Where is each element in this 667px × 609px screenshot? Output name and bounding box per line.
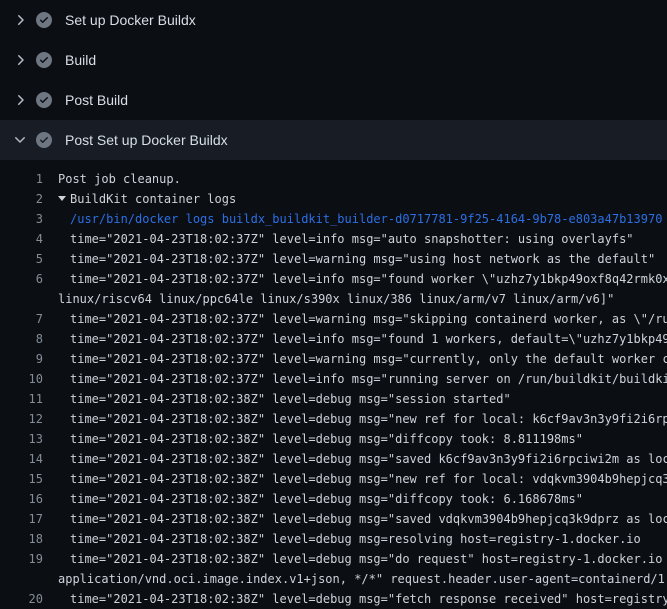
- log-text: BuildKit container logs: [58, 189, 236, 209]
- log-text: time="2021-04-23T18:02:37Z" level=warnin…: [70, 309, 667, 329]
- log-line: 7 time="2021-04-23T18:02:37Z" level=warni…: [0, 309, 667, 329]
- line-number[interactable]: 19: [0, 549, 43, 569]
- step-label: Post Set up Docker Buildx: [65, 132, 228, 148]
- line-number[interactable]: 17: [0, 509, 43, 529]
- log-line: 14 time="2021-04-23T18:02:38Z" level=debu…: [0, 449, 667, 469]
- log-line: 4 time="2021-04-23T18:02:37Z" level=info …: [0, 229, 667, 249]
- chevron-wrap: [12, 12, 28, 28]
- line-number[interactable]: 12: [0, 409, 43, 429]
- log-line: application/vnd.oci.image.index.v1+json,…: [0, 569, 667, 589]
- line-number[interactable]: 7: [0, 309, 43, 329]
- log-line: 19 time="2021-04-23T18:02:38Z" level=debu…: [0, 549, 667, 569]
- log-text: time="2021-04-23T18:02:37Z" level=warnin…: [70, 349, 667, 369]
- check-circle-icon: [36, 92, 52, 108]
- log-text: time="2021-04-23T18:02:38Z" level=debug …: [70, 509, 667, 529]
- log-text: time="2021-04-23T18:02:38Z" level=debug …: [70, 409, 667, 429]
- chevron-wrap: [12, 132, 28, 148]
- line-number[interactable]: 10: [0, 369, 43, 389]
- triangle-down-icon: [58, 196, 66, 201]
- check-circle-icon: [36, 132, 52, 148]
- group-title: BuildKit container logs: [70, 192, 236, 206]
- step-header-set-up-docker-buildx[interactable]: Set up Docker Buildx: [0, 0, 667, 40]
- log-text: time="2021-04-23T18:02:38Z" level=debug …: [70, 549, 667, 569]
- log-line: 6 time="2021-04-23T18:02:37Z" level=info …: [0, 269, 667, 289]
- line-number[interactable]: 13: [0, 429, 43, 449]
- check-circle-icon: [36, 52, 52, 68]
- line-number[interactable]: 1: [0, 169, 43, 189]
- log-text: time="2021-04-23T18:02:38Z" level=debug …: [70, 469, 667, 489]
- line-number[interactable]: 2: [0, 189, 43, 209]
- log-text: application/vnd.oci.image.index.v1+json,…: [58, 569, 667, 589]
- line-number[interactable]: 15: [0, 469, 43, 489]
- log-line: 5 time="2021-04-23T18:02:37Z" level=warni…: [0, 249, 667, 269]
- log-line: linux/riscv64 linux/ppc64le linux/s390x …: [0, 289, 667, 309]
- log-line: 13 time="2021-04-23T18:02:38Z" level=debu…: [0, 429, 667, 449]
- workflow-log-panel: Set up Docker Buildx Build Post Build Post …: [0, 0, 667, 609]
- log-text: time="2021-04-23T18:02:37Z" level=info m…: [70, 329, 667, 349]
- line-number[interactable]: 3: [0, 209, 43, 229]
- log-text: time="2021-04-23T18:02:37Z" level=warnin…: [70, 249, 655, 269]
- line-number: [0, 569, 43, 589]
- log-command-text: /usr/bin/docker logs buildx_buildkit_bui…: [70, 209, 662, 229]
- step-header-post-build[interactable]: Post Build: [0, 80, 667, 120]
- log-line: 12 time="2021-04-23T18:02:38Z" level=debu…: [0, 409, 667, 429]
- check-circle-icon: [36, 12, 52, 28]
- line-number[interactable]: 6: [0, 269, 43, 289]
- log-text: linux/riscv64 linux/ppc64le linux/s390x …: [58, 289, 614, 309]
- line-number[interactable]: 8: [0, 329, 43, 349]
- log-line: 17 time="2021-04-23T18:02:38Z" level=debu…: [0, 509, 667, 529]
- line-number[interactable]: 4: [0, 229, 43, 249]
- log-text: time="2021-04-23T18:02:37Z" level=info m…: [70, 369, 667, 389]
- status-wrap: [36, 92, 52, 108]
- step-header-build[interactable]: Build: [0, 40, 667, 80]
- line-number[interactable]: 18: [0, 529, 43, 549]
- log-line: 8 time="2021-04-23T18:02:37Z" level=info …: [0, 329, 667, 349]
- log-text: Post job cleanup.: [58, 169, 181, 189]
- line-number[interactable]: 14: [0, 449, 43, 469]
- log-text: time="2021-04-23T18:02:38Z" level=debug …: [70, 589, 667, 609]
- status-wrap: [36, 12, 52, 28]
- line-number[interactable]: 9: [0, 349, 43, 369]
- log-text: time="2021-04-23T18:02:37Z" level=info m…: [70, 269, 667, 289]
- line-number[interactable]: 5: [0, 249, 43, 269]
- status-wrap: [36, 132, 52, 148]
- chevron-wrap: [12, 92, 28, 108]
- log-line: 11 time="2021-04-23T18:02:38Z" level=debu…: [0, 389, 667, 409]
- log-text: time="2021-04-23T18:02:38Z" level=debug …: [70, 429, 583, 449]
- step-label: Post Build: [65, 92, 128, 108]
- log-text: time="2021-04-23T18:02:38Z" level=debug …: [70, 529, 641, 549]
- chevron-wrap: [12, 52, 28, 68]
- step-label: Build: [65, 52, 96, 68]
- log-line: 15 time="2021-04-23T18:02:38Z" level=debu…: [0, 469, 667, 489]
- line-number[interactable]: 11: [0, 389, 43, 409]
- log-text: time="2021-04-23T18:02:37Z" level=info m…: [70, 229, 634, 249]
- log-line: 3/usr/bin/docker logs buildx_buildkit_bu…: [0, 209, 667, 229]
- step-header-post-set-up-docker-buildx[interactable]: Post Set up Docker Buildx: [0, 120, 667, 160]
- line-number[interactable]: 20: [0, 589, 43, 609]
- log-text: time="2021-04-23T18:02:38Z" level=debug …: [70, 389, 511, 409]
- log-line: 1 Post job cleanup.: [0, 169, 667, 189]
- log-line: 9 time="2021-04-23T18:02:37Z" level=warni…: [0, 349, 667, 369]
- line-number[interactable]: 16: [0, 489, 43, 509]
- log-text: time="2021-04-23T18:02:38Z" level=debug …: [70, 449, 667, 469]
- line-number: [0, 289, 43, 309]
- log-line: 10 time="2021-04-23T18:02:37Z" level=info…: [0, 369, 667, 389]
- steps-list: Set up Docker Buildx Build Post Build Post …: [0, 0, 667, 160]
- log-group-row[interactable]: 2 BuildKit container logs: [0, 189, 667, 209]
- log-line: 20 time="2021-04-23T18:02:38Z" level=debu…: [0, 589, 667, 609]
- status-wrap: [36, 52, 52, 68]
- chevron-right-icon: [12, 52, 28, 68]
- log-line: 18 time="2021-04-23T18:02:38Z" level=debu…: [0, 529, 667, 549]
- log-line: 16 time="2021-04-23T18:02:38Z" level=debu…: [0, 489, 667, 509]
- log-text: time="2021-04-23T18:02:38Z" level=debug …: [70, 489, 583, 509]
- chevron-right-icon: [12, 12, 28, 28]
- step-label: Set up Docker Buildx: [65, 12, 196, 28]
- log-lines: 1 Post job cleanup. 2 BuildKit container lo…: [0, 160, 667, 609]
- chevron-right-icon: [12, 92, 28, 108]
- chevron-down-icon: [12, 132, 28, 148]
